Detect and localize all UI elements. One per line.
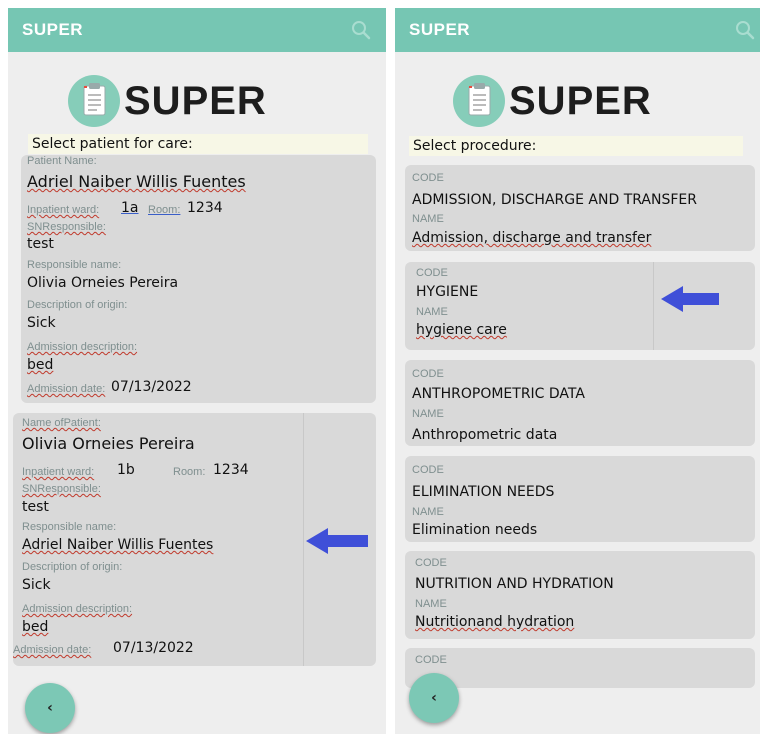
back-icon: ‹ (431, 690, 437, 706)
admission-description-value: bed (27, 357, 54, 373)
select-patient-title: Select patient for care: (28, 134, 368, 154)
app-bar: SUPER (8, 8, 386, 52)
name-label: NAME (412, 408, 444, 420)
patient-name: Olivia Orneies Pereira (22, 434, 195, 453)
ward-label: Inpatient ward: (22, 466, 95, 478)
code-label: CODE (415, 557, 447, 569)
responsible-name-value: Adriel Naiber Willis Fuentes (22, 537, 214, 553)
admission-description-label: Admission description: (27, 341, 138, 353)
search-icon[interactable] (350, 19, 372, 45)
procedure-card[interactable]: CODE ANTHROPOMETRIC DATA NAME Anthropome… (405, 360, 755, 446)
admission-description-value: bed (22, 619, 49, 635)
name-label: NAME (415, 598, 447, 610)
procedure-card[interactable]: CODE ADMISSION, DISCHARGE AND TRANSFER N… (405, 165, 755, 251)
back-button[interactable]: ‹ (25, 683, 75, 733)
origin-label: Description of origin: (27, 299, 128, 311)
patient-name-label: Name ofPatient: (22, 417, 101, 429)
admission-description-label: Admission description: (22, 603, 133, 615)
patient-name-label: Patient Name: (27, 155, 97, 167)
room-value: 1234 (213, 462, 249, 478)
sn-responsible-label: SNResponsible: (22, 483, 101, 495)
ward-value: 1b (117, 462, 135, 478)
origin-value: Sick (22, 577, 51, 593)
back-icon: ‹ (47, 700, 53, 716)
name-label: NAME (412, 506, 444, 518)
procedure-card[interactable]: CODE NUTRITION AND HYDRATION NAME Nutrit… (405, 551, 755, 639)
sn-responsible-value: test (27, 236, 54, 252)
clipboard-icon (453, 75, 505, 127)
patient-select-screen: SUPER SUPER Select patient for care: Pat… (8, 8, 386, 734)
procedure-card[interactable]: CODE ELIMINATION NEEDS NAME Elimination … (405, 456, 755, 542)
admission-date-value: 07/13/2022 (111, 379, 192, 395)
app-logo: SUPER (68, 70, 267, 132)
name-label: NAME (412, 213, 444, 225)
procedure-select-screen: SUPER SUPER Select procedure: CODE ADMIS… (395, 8, 760, 734)
app-bar: SUPER (395, 8, 760, 52)
procedure-name: hygiene care (416, 322, 507, 338)
back-button[interactable]: ‹ (409, 673, 459, 723)
ward-value: 1a (121, 200, 139, 216)
responsible-name-label: Responsible name: (27, 259, 122, 271)
admission-date-value: 07/13/2022 (113, 640, 194, 656)
name-label: NAME (416, 306, 448, 318)
procedure-code: ADMISSION, DISCHARGE AND TRANSFER (412, 192, 697, 208)
admission-date-label: Admission date: (27, 383, 106, 395)
search-icon[interactable] (734, 19, 756, 45)
app-title: SUPER (409, 20, 471, 39)
sn-responsible-label: SNResponsible: (27, 221, 106, 233)
responsible-name-value: Olivia Orneies Pereira (27, 275, 179, 291)
logo-text: SUPER (509, 78, 652, 123)
code-label: CODE (416, 267, 448, 279)
procedure-code: ANTHROPOMETRIC DATA (412, 386, 585, 402)
procedure-code: HYGIENE (416, 284, 479, 300)
app-logo: SUPER (453, 70, 652, 132)
code-label: CODE (412, 464, 444, 476)
patient-name: Adriel Naiber Willis Fuentes (27, 172, 246, 191)
app-title: SUPER (22, 20, 84, 39)
room-label: Room: (173, 466, 206, 478)
procedure-code: ELIMINATION NEEDS (412, 484, 555, 500)
room-value: 1234 (187, 200, 223, 216)
ward-label: Inpatient ward: (27, 204, 100, 216)
procedure-name: Nutritionand hydration (415, 614, 575, 630)
arrow-left-icon (661, 286, 721, 316)
patient-card[interactable]: Patient Name: Adriel Naiber Willis Fuent… (21, 155, 376, 403)
procedure-card[interactable]: CODE (405, 648, 755, 688)
arrow-left-icon (306, 528, 370, 558)
code-label: CODE (412, 172, 444, 184)
procedure-name: Admission, discharge and transfer (412, 230, 652, 246)
select-procedure-title: Select procedure: (409, 136, 743, 156)
origin-value: Sick (27, 315, 56, 331)
origin-label: Description of origin: (22, 561, 123, 573)
sn-responsible-value: test (22, 499, 49, 515)
procedure-name: Anthropometric data (412, 427, 558, 443)
responsible-name-label: Responsible name: (22, 521, 117, 533)
room-label: Room: (148, 204, 181, 216)
logo-text: SUPER (124, 78, 267, 123)
procedure-code: NUTRITION AND HYDRATION (415, 576, 614, 592)
procedure-name: Elimination needs (412, 522, 538, 538)
code-label: CODE (415, 654, 447, 666)
admission-date-label: Admission date: (13, 644, 92, 656)
clipboard-icon (68, 75, 120, 127)
code-label: CODE (412, 368, 444, 380)
